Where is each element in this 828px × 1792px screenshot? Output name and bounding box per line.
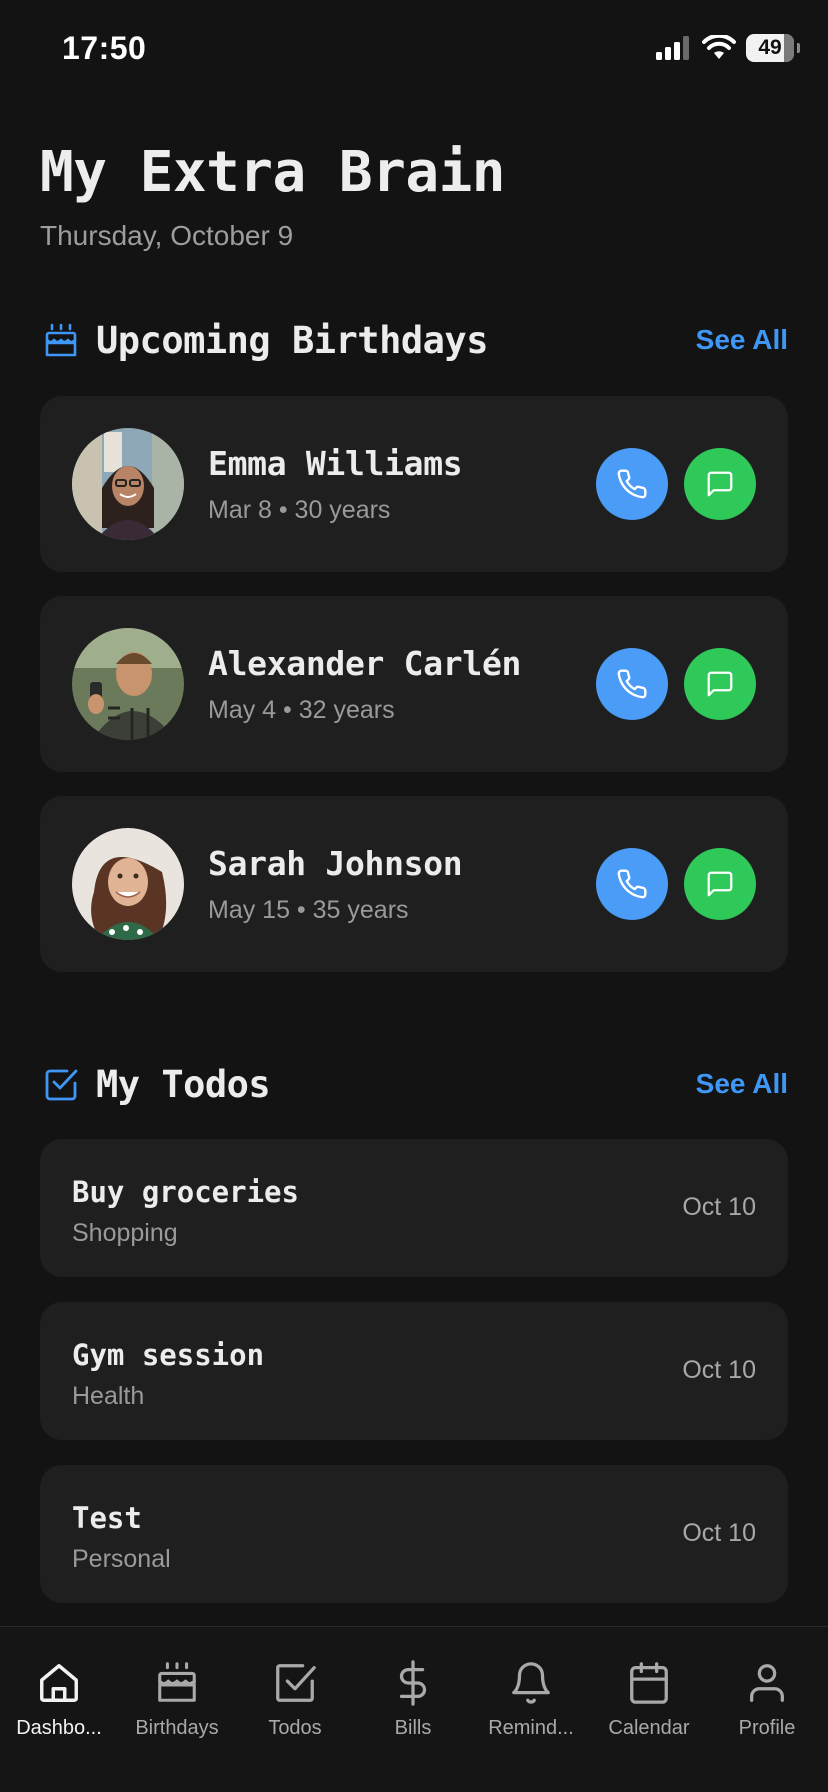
tab-label: Profile <box>738 1717 796 1739</box>
tab-label: Calendar <box>608 1717 690 1739</box>
message-icon <box>707 671 733 697</box>
person-birthday-meta: May 15 • 35 years <box>208 896 409 924</box>
todo-due-date: Oct 10 <box>682 1519 756 1547</box>
tab-label: Birthdays <box>135 1717 219 1739</box>
person-name: Alexander Carlén <box>208 644 522 683</box>
checkbox-icon <box>40 1063 82 1105</box>
person-name: Emma Williams <box>208 444 463 483</box>
todo-card[interactable]: Gym session Health Oct 10 <box>40 1302 788 1440</box>
todo-category: Health <box>72 1382 145 1410</box>
birthdays-see-all-link[interactable]: See All <box>696 324 788 356</box>
birthday-card-emma[interactable]: Emma Williams Mar 8 • 30 years <box>40 396 788 572</box>
tab-todos[interactable]: Todos <box>236 1657 354 1757</box>
todos-section-title: My Todos <box>96 1062 271 1106</box>
tab-label: Dashbo... <box>16 1717 102 1739</box>
person-birthday-meta: May 4 • 32 years <box>208 696 395 724</box>
page-date: Thursday, October 9 <box>40 220 294 251</box>
cellular-signal-icon <box>656 36 689 60</box>
message-button[interactable] <box>684 648 756 720</box>
wifi-icon <box>702 35 736 59</box>
todo-due-date: Oct 10 <box>682 1356 756 1384</box>
todo-title: Test <box>72 1501 142 1535</box>
message-button[interactable] <box>684 848 756 920</box>
battery-icon: 49 <box>746 34 800 62</box>
todo-category: Personal <box>72 1545 171 1573</box>
tab-label: Todos <box>268 1717 322 1739</box>
status-bar: 17:50 49 <box>0 0 828 100</box>
calendar-icon <box>623 1657 675 1709</box>
todo-title: Buy groceries <box>72 1175 299 1209</box>
tab-calendar[interactable]: Calendar <box>590 1657 708 1757</box>
tab-bills[interactable]: Bills <box>354 1657 472 1757</box>
battery-level: 49 <box>758 36 782 59</box>
avatar <box>72 628 184 740</box>
message-icon <box>707 471 733 497</box>
birthday-card-sarah[interactable]: Sarah Johnson May 15 • 35 years <box>40 796 788 972</box>
dollar-icon <box>387 1657 439 1709</box>
todo-due-date: Oct 10 <box>682 1193 756 1221</box>
bottom-tab-bar: Dashbo... Birthdays Todos Bills Remind..… <box>0 1626 828 1792</box>
phone-icon <box>617 869 647 899</box>
person-icon <box>741 1657 793 1709</box>
status-icons: 49 <box>656 34 800 62</box>
todos-section-header: My Todos See All <box>40 1059 788 1109</box>
todo-card[interactable]: Test Personal Oct 10 <box>40 1465 788 1603</box>
person-birthday-meta: Mar 8 • 30 years <box>208 496 391 524</box>
todos-see-all-link[interactable]: See All <box>696 1068 788 1100</box>
home-icon <box>33 1657 85 1709</box>
status-time: 17:50 <box>62 30 147 66</box>
message-button[interactable] <box>684 448 756 520</box>
phone-icon <box>617 469 647 499</box>
checkbox-icon <box>269 1657 321 1709</box>
tab-profile[interactable]: Profile <box>708 1657 826 1757</box>
avatar <box>72 828 184 940</box>
call-button[interactable] <box>596 448 668 520</box>
cake-icon <box>151 1657 203 1709</box>
bell-icon <box>505 1657 557 1709</box>
todo-category: Shopping <box>72 1219 178 1247</box>
birthdays-section-title: Upcoming Birthdays <box>96 318 488 362</box>
person-name: Sarah Johnson <box>208 844 463 883</box>
avatar <box>72 428 184 540</box>
tab-label: Bills <box>394 1717 432 1739</box>
todo-title: Gym session <box>72 1338 265 1372</box>
page-title: My Extra Brain <box>40 140 506 205</box>
birthdays-section-header: Upcoming Birthdays See All <box>40 315 788 365</box>
tab-birthdays[interactable]: Birthdays <box>118 1657 236 1757</box>
cake-icon <box>40 319 82 361</box>
message-icon <box>707 871 733 897</box>
phone-icon <box>617 669 647 699</box>
birthday-card-alexander[interactable]: Alexander Carlén May 4 • 32 years <box>40 596 788 772</box>
call-button[interactable] <box>596 848 668 920</box>
tab-label: Remind... <box>488 1717 574 1739</box>
tab-dashboard[interactable]: Dashbo... <box>0 1657 118 1757</box>
tab-reminders[interactable]: Remind... <box>472 1657 590 1757</box>
todo-card[interactable]: Buy groceries Shopping Oct 10 <box>40 1139 788 1277</box>
call-button[interactable] <box>596 648 668 720</box>
